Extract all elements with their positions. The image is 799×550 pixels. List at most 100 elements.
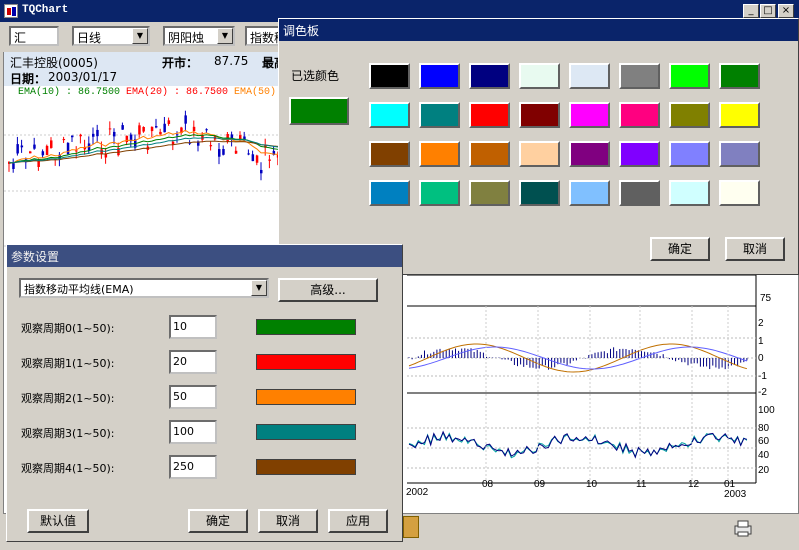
candle-body — [155, 126, 158, 128]
candle-body — [150, 126, 154, 132]
candle-body — [192, 126, 196, 132]
color-swatch[interactable] — [719, 102, 760, 128]
color-swatch[interactable] — [619, 180, 660, 206]
period-color-button[interactable] — [256, 319, 356, 335]
params-ok-button[interactable]: 确定 — [188, 509, 248, 533]
candle-body — [176, 134, 179, 136]
osc-tick-label: 80 — [758, 423, 770, 434]
period-input[interactable]: 50 — [169, 385, 217, 409]
x-tick-label: 08 — [482, 479, 494, 490]
period-input[interactable]: 20 — [169, 350, 217, 374]
color-swatch[interactable] — [419, 180, 460, 206]
chevron-down-icon[interactable]: ▼ — [132, 28, 148, 44]
osc-tick-label: 20 — [758, 465, 770, 476]
x-tick-label: 09 — [534, 479, 546, 490]
color-swatch[interactable] — [369, 102, 410, 128]
candle-body — [222, 148, 225, 155]
color-swatch[interactable] — [619, 63, 660, 89]
color-swatch[interactable] — [369, 180, 410, 206]
color-swatch[interactable] — [669, 141, 710, 167]
color-swatch[interactable] — [619, 102, 660, 128]
color-swatch[interactable] — [469, 63, 510, 89]
x-tick-label: 10 — [586, 479, 598, 490]
color-swatch[interactable] — [419, 63, 460, 89]
ema10-readout: EMA(10) : 86.7500 — [18, 87, 121, 98]
stock-code-input[interactable]: 汇 — [9, 26, 59, 46]
apply-button[interactable]: 应用 — [328, 509, 388, 533]
color-swatch[interactable] — [719, 63, 760, 89]
period-label: 观察周期2(1~50): — [21, 392, 115, 405]
color-swatch[interactable] — [569, 102, 610, 128]
palette-cancel-button[interactable]: 取消 — [725, 237, 785, 261]
ema20-readout: EMA(20) : 86.7500 — [126, 87, 229, 98]
palette-ok-button[interactable]: 确定 — [650, 237, 710, 261]
maximize-button[interactable]: □ — [760, 4, 776, 18]
x-gridlines — [485, 306, 729, 483]
color-swatch[interactable] — [519, 141, 560, 167]
period-input[interactable]: 250 — [169, 455, 217, 479]
chevron-down-icon[interactable]: ▼ — [217, 28, 233, 44]
color-swatch[interactable] — [369, 141, 410, 167]
candle-body — [12, 163, 15, 169]
period-input[interactable]: 100 — [169, 420, 217, 444]
color-swatch[interactable] — [419, 141, 460, 167]
params-title-bar: 参数设置 — [7, 245, 402, 267]
oscillator-signal-line — [408, 430, 748, 459]
candle-body — [16, 144, 19, 154]
close-button[interactable]: × — [778, 4, 794, 18]
macd-tick-label: -1 — [758, 371, 767, 382]
params-cancel-button[interactable]: 取消 — [258, 509, 318, 533]
period-select[interactable]: 日线 ▼ — [72, 26, 150, 46]
color-swatch[interactable] — [519, 180, 560, 206]
advanced-button[interactable]: 高级... — [278, 278, 378, 302]
chart-style-select[interactable]: 阴阳烛 ▼ — [163, 26, 235, 46]
minimize-button[interactable]: _ — [743, 4, 759, 18]
toolbar-icon[interactable] — [403, 516, 419, 538]
candle-body — [142, 126, 145, 132]
candle-body — [247, 153, 250, 155]
date-value: 2003/01/17 — [48, 70, 118, 84]
macd-tick-label: 2 — [758, 318, 764, 329]
color-swatch[interactable] — [569, 63, 610, 89]
candle-body — [159, 131, 162, 135]
color-swatch[interactable] — [669, 180, 710, 206]
color-swatch[interactable] — [569, 141, 610, 167]
candle-body — [79, 134, 82, 137]
printer-icon[interactable] — [732, 518, 754, 538]
osc-tick-label: 100 — [758, 405, 775, 416]
color-swatch[interactable] — [519, 63, 560, 89]
candle-body — [113, 131, 116, 137]
color-swatch[interactable] — [669, 63, 710, 89]
indicator-type-select[interactable]: 指数移动平均线(EMA) ▼ — [19, 278, 269, 298]
color-swatch[interactable] — [669, 102, 710, 128]
macd-tick-label: 0 — [758, 353, 764, 364]
color-swatch[interactable] — [469, 141, 510, 167]
period-input[interactable]: 10 — [169, 315, 217, 339]
color-palette-dialog: 调色板 已选颜色 确定 取消 — [278, 18, 799, 275]
color-swatch[interactable] — [369, 63, 410, 89]
color-swatch[interactable] — [469, 102, 510, 128]
default-button[interactable]: 默认值 — [27, 509, 89, 533]
period-color-button[interactable] — [256, 459, 356, 475]
candle-body — [268, 159, 271, 161]
candle-body — [33, 144, 36, 149]
period-color-button[interactable] — [256, 389, 356, 405]
candle-body — [92, 133, 95, 137]
chevron-down-icon[interactable]: ▼ — [251, 280, 267, 296]
candle-body — [62, 139, 66, 141]
candle-body — [138, 125, 141, 135]
period-color-button[interactable] — [256, 354, 356, 370]
period-color-button[interactable] — [256, 424, 356, 440]
color-swatch[interactable] — [469, 180, 510, 206]
indicator-type-value: 指数移动平均线(EMA) — [24, 283, 134, 296]
color-swatch[interactable] — [419, 102, 460, 128]
color-swatch[interactable] — [719, 141, 760, 167]
color-swatch[interactable] — [569, 180, 610, 206]
x-tick-label: 2003 — [724, 489, 747, 500]
color-swatch[interactable] — [719, 180, 760, 206]
color-swatch[interactable] — [519, 102, 560, 128]
selected-color-swatch — [289, 97, 349, 125]
x-tick-label: 11 — [636, 479, 647, 490]
color-swatch[interactable] — [619, 141, 660, 167]
period-label: 观察周期1(1~50): — [21, 357, 115, 370]
